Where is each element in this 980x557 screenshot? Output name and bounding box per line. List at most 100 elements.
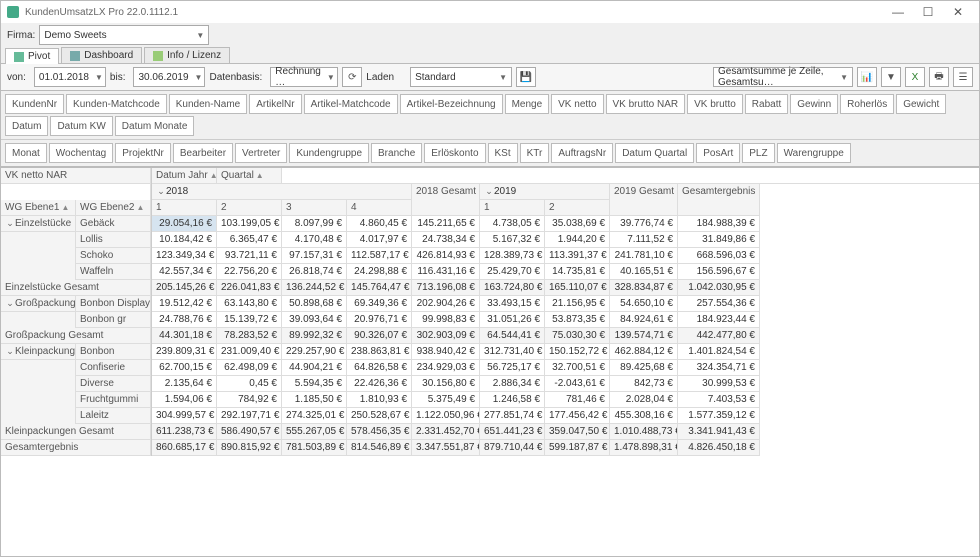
data-cell[interactable]: 42.557,34 € bbox=[152, 264, 217, 280]
field-chip[interactable]: Kunden-Matchcode bbox=[66, 94, 167, 114]
summe-select[interactable]: Gesamtsumme je Zeile, Gesamtsu…▼ bbox=[713, 67, 853, 87]
export-excel-button[interactable]: X bbox=[905, 67, 925, 87]
field-chip[interactable]: KTr bbox=[520, 143, 550, 163]
close-button[interactable]: ✕ bbox=[943, 5, 973, 19]
data-cell[interactable]: 4.738,05 € bbox=[480, 216, 545, 232]
data-cell[interactable]: 2.331.452,70 € bbox=[412, 424, 480, 440]
data-cell[interactable]: 7.111,52 € bbox=[610, 232, 678, 248]
data-cell[interactable]: 10.184,42 € bbox=[152, 232, 217, 248]
data-cell[interactable]: 69.349,36 € bbox=[347, 296, 412, 312]
row-group1[interactable] bbox=[1, 360, 76, 376]
field-chip[interactable]: Warengruppe bbox=[777, 143, 851, 163]
data-cell[interactable]: 84.924,61 € bbox=[610, 312, 678, 328]
maximize-button[interactable]: ☐ bbox=[913, 5, 943, 19]
row-group1[interactable]: ⌄Großpackung bbox=[1, 296, 76, 312]
field-chip[interactable]: Datum Monate bbox=[115, 116, 195, 136]
layout-select[interactable]: Standard▼ bbox=[410, 67, 512, 87]
field-chip[interactable]: Erlöskonto bbox=[424, 143, 485, 163]
data-cell[interactable]: 842,73 € bbox=[610, 376, 678, 392]
data-cell[interactable]: 668.596,03 € bbox=[678, 248, 760, 264]
data-cell[interactable]: 781.503,89 € bbox=[282, 440, 347, 456]
data-cell[interactable]: 205.145,26 € bbox=[152, 280, 217, 296]
col-year-2018[interactable]: ⌄2018 bbox=[152, 184, 412, 200]
data-cell[interactable]: 31.051,26 € bbox=[480, 312, 545, 328]
columns-button[interactable]: ☰ bbox=[953, 67, 973, 87]
data-cell[interactable]: 165.110,07 € bbox=[545, 280, 610, 296]
data-cell[interactable]: 33.493,15 € bbox=[480, 296, 545, 312]
field-chip[interactable]: VK brutto NAR bbox=[606, 94, 686, 114]
data-cell[interactable]: 292.197,71 € bbox=[217, 408, 282, 424]
field-chip[interactable]: PosArt bbox=[696, 143, 740, 163]
data-cell[interactable]: 64.826,58 € bbox=[347, 360, 412, 376]
data-cell[interactable]: 651.441,23 € bbox=[480, 424, 545, 440]
row-subtotal[interactable]: Großpackung Gesamt bbox=[1, 328, 151, 344]
data-cell[interactable]: 781,46 € bbox=[545, 392, 610, 408]
field-chip[interactable]: Kundengruppe bbox=[289, 143, 369, 163]
collapse-icon[interactable]: ⌄ bbox=[156, 186, 166, 197]
data-cell[interactable]: 123.349,34 € bbox=[152, 248, 217, 264]
field-chip[interactable]: Wochentag bbox=[49, 143, 113, 163]
data-cell[interactable]: 14.735,81 € bbox=[545, 264, 610, 280]
field-chip[interactable]: VK netto bbox=[551, 94, 603, 114]
data-cell[interactable]: 713.196,08 € bbox=[412, 280, 480, 296]
data-cell[interactable]: 257.554,36 € bbox=[678, 296, 760, 312]
data-cell[interactable]: 586.490,57 € bbox=[217, 424, 282, 440]
row-group1[interactable] bbox=[1, 264, 76, 280]
data-cell[interactable]: 4.860,45 € bbox=[347, 216, 412, 232]
field-chip[interactable]: Vertreter bbox=[235, 143, 287, 163]
row-group2[interactable]: Diverse bbox=[76, 376, 151, 392]
data-cell[interactable]: 54.650,10 € bbox=[610, 296, 678, 312]
data-cell[interactable]: 22.426,36 € bbox=[347, 376, 412, 392]
data-cell[interactable]: 784,92 € bbox=[217, 392, 282, 408]
data-cell[interactable]: 4.826.450,18 € bbox=[678, 440, 760, 456]
data-cell[interactable]: 56.725,17 € bbox=[480, 360, 545, 376]
row-group2[interactable]: Fruchtgummi bbox=[76, 392, 151, 408]
data-cell[interactable]: 89.425,68 € bbox=[610, 360, 678, 376]
data-cell[interactable]: 890.815,92 € bbox=[217, 440, 282, 456]
data-cell[interactable]: 359.047,50 € bbox=[545, 424, 610, 440]
row-group2[interactable]: Bonbon bbox=[76, 344, 151, 360]
data-cell[interactable]: 455.308,16 € bbox=[610, 408, 678, 424]
field-chip[interactable]: KundenNr bbox=[5, 94, 64, 114]
row-group2[interactable]: Schoko bbox=[76, 248, 151, 264]
row-group2[interactable]: Waffeln bbox=[76, 264, 151, 280]
col-q[interactable]: 2 bbox=[545, 200, 610, 216]
data-cell[interactable]: 44.904,21 € bbox=[282, 360, 347, 376]
data-cell[interactable]: 19.512,42 € bbox=[152, 296, 217, 312]
data-cell[interactable]: 156.596,67 € bbox=[678, 264, 760, 280]
chart-button[interactable]: 📊 bbox=[857, 67, 877, 87]
field-chip[interactable]: KSt bbox=[488, 143, 518, 163]
col-q[interactable]: 4 bbox=[347, 200, 412, 216]
data-cell[interactable]: 599.187,87 € bbox=[545, 440, 610, 456]
col-2018-total[interactable]: 2018 Gesamt bbox=[412, 184, 480, 200]
data-cell[interactable]: 1.478.898,31 € bbox=[610, 440, 678, 456]
data-cell[interactable]: 24.738,34 € bbox=[412, 232, 480, 248]
field-chip[interactable]: Bearbeiter bbox=[173, 143, 233, 163]
data-cell[interactable]: 1.401.824,54 € bbox=[678, 344, 760, 360]
data-cell[interactable]: 1.246,58 € bbox=[480, 392, 545, 408]
save-layout-button[interactable]: 💾 bbox=[516, 67, 536, 87]
row-subtotal[interactable]: Kleinpackungen Gesamt bbox=[1, 424, 151, 440]
row-group1[interactable]: ⌄Kleinpackungen bbox=[1, 344, 76, 360]
data-cell[interactable]: 31.849,86 € bbox=[678, 232, 760, 248]
data-cell[interactable]: 1.042.030,95 € bbox=[678, 280, 760, 296]
col-grand-total[interactable]: Gesamtergebnis bbox=[678, 184, 760, 200]
data-cell[interactable]: 44.301,18 € bbox=[152, 328, 217, 344]
data-cell[interactable]: 30.999,53 € bbox=[678, 376, 760, 392]
field-chip[interactable]: Datum Quartal bbox=[615, 143, 694, 163]
data-cell[interactable]: 63.143,80 € bbox=[217, 296, 282, 312]
data-cell[interactable]: 442.477,80 € bbox=[678, 328, 760, 344]
data-cell[interactable]: 4.170,48 € bbox=[282, 232, 347, 248]
data-cell[interactable]: 2.028,04 € bbox=[610, 392, 678, 408]
data-cell[interactable]: 555.267,05 € bbox=[282, 424, 347, 440]
data-cell[interactable]: 25.429,70 € bbox=[480, 264, 545, 280]
firma-select[interactable]: Demo Sweets ▼ bbox=[39, 25, 209, 45]
col-2019-total[interactable]: 2019 Gesamt bbox=[610, 184, 678, 200]
data-cell[interactable]: 89.992,32 € bbox=[282, 328, 347, 344]
field-chip[interactable]: Roherlös bbox=[840, 94, 894, 114]
row-field-wg1[interactable]: WG Ebene1▲ bbox=[1, 200, 76, 216]
data-cell[interactable]: 312.731,40 € bbox=[480, 344, 545, 360]
collapse-icon[interactable]: ⌄ bbox=[484, 186, 494, 197]
col-q[interactable]: 1 bbox=[152, 200, 217, 216]
data-cell[interactable]: 29.054,16 € bbox=[152, 216, 217, 232]
